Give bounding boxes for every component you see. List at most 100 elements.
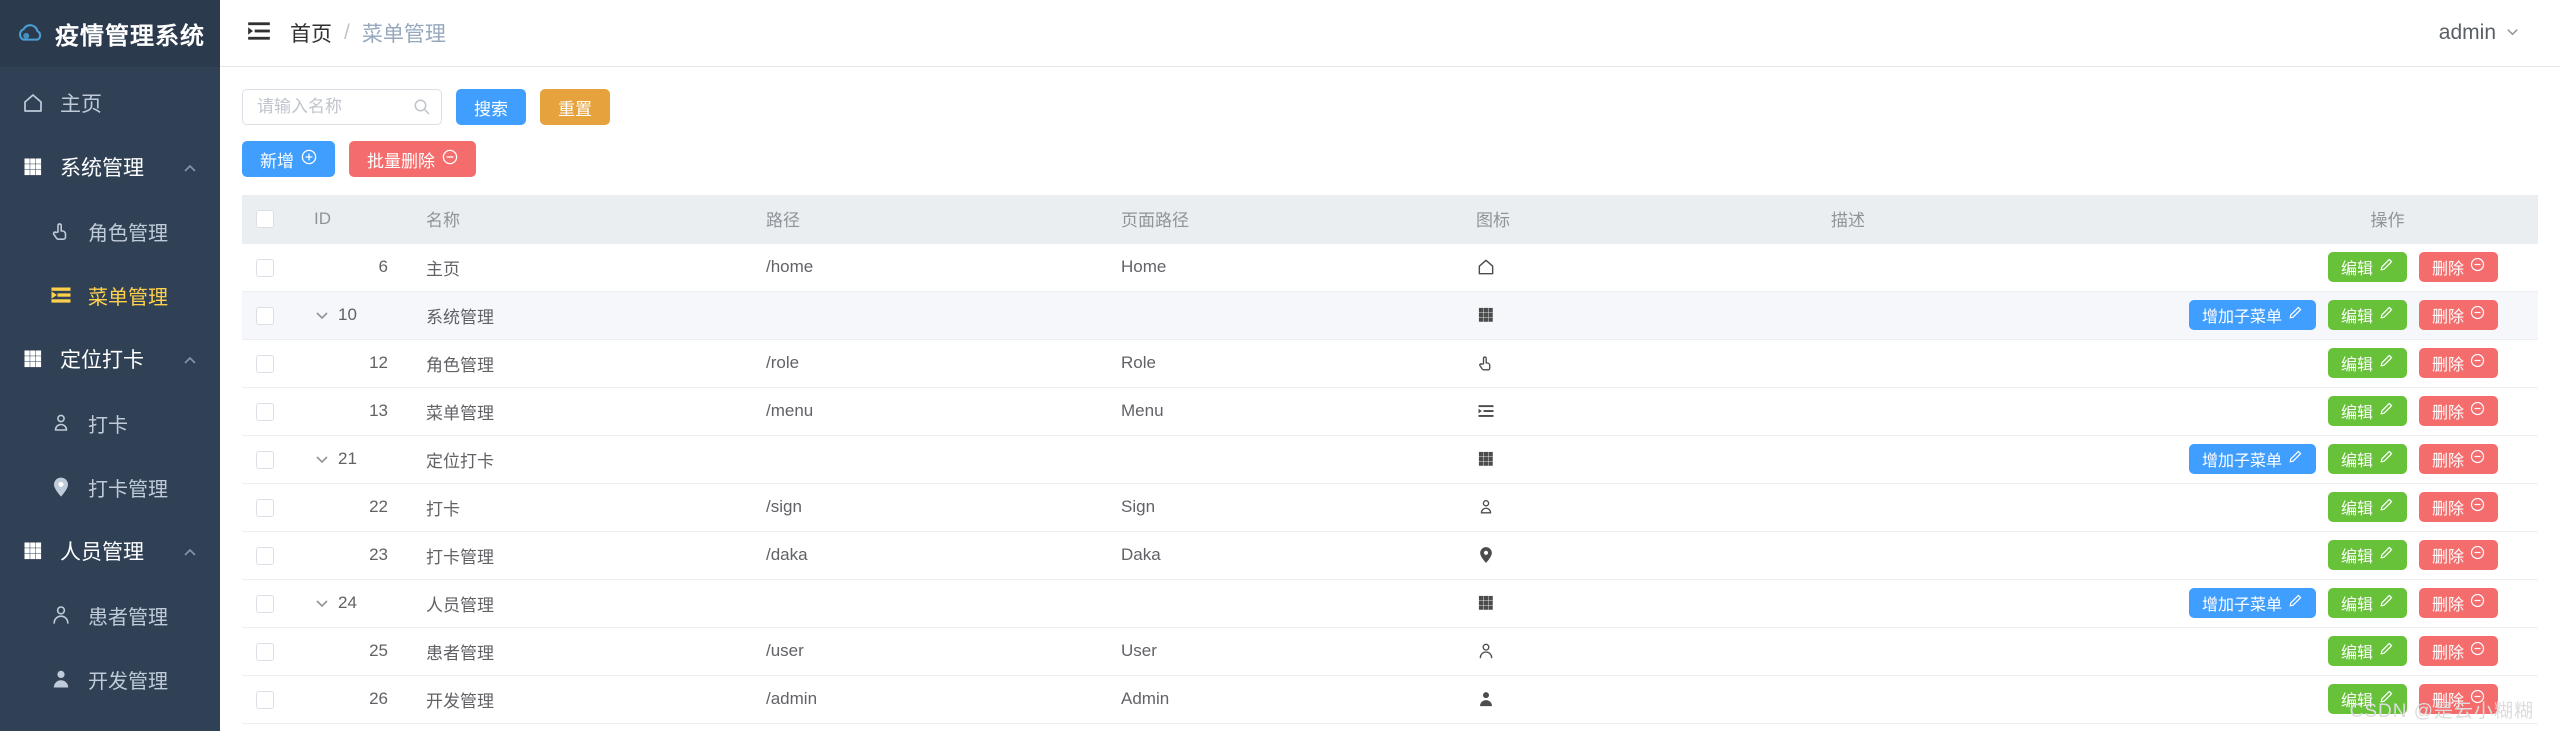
search-input[interactable] [242, 89, 442, 125]
select-all-checkbox[interactable] [256, 210, 274, 229]
add-sub-menu-label: 增加子菜单 [2201, 309, 2282, 326]
edit-button[interactable]: 编辑 [2327, 348, 2407, 378]
menu-fold-icon[interactable] [246, 18, 290, 49]
edit-button[interactable]: 编辑 [2327, 252, 2407, 282]
row-checkbox[interactable] [256, 306, 274, 325]
sidebar-item-2[interactable]: 角色管理 [0, 199, 220, 263]
row-checkbox[interactable] [256, 546, 274, 565]
menu-management-panel: 搜索 重置 新增 批量删除 [220, 67, 2560, 724]
chevron-up-icon[interactable] [182, 543, 198, 559]
location-pin-icon [1476, 545, 1803, 565]
row-checkbox[interactable] [256, 258, 274, 277]
sidebar-logo[interactable]: 疫情管理系统 [0, 0, 220, 67]
edit-button[interactable]: 编辑 [2327, 540, 2407, 570]
chevron-up-icon[interactable] [182, 159, 198, 175]
row-checkbox[interactable] [256, 354, 274, 373]
table-row[interactable]: 10 系统管理 增加子菜单 编辑 删除 [242, 291, 2538, 340]
delete-button[interactable]: 删除 [2418, 540, 2498, 570]
table-row[interactable]: 25 患者管理/user User 编辑 删除 [242, 627, 2538, 676]
sidebar-item-6[interactable]: 打卡管理 [0, 455, 220, 519]
delete-button[interactable]: 删除 [2418, 444, 2498, 474]
sidebar-item-label: 人员管理 [60, 541, 144, 564]
row-checkbox[interactable] [256, 402, 274, 421]
delete-button[interactable]: 删除 [2418, 300, 2498, 330]
edit-button[interactable]: 编辑 [2327, 636, 2407, 666]
add-sub-menu-label: 增加子菜单 [2201, 597, 2282, 614]
minus-circle-icon [2470, 497, 2485, 517]
add-button[interactable]: 新增 [242, 141, 335, 177]
table-row[interactable]: 26 开发管理/admin Admin 编辑 删除 [242, 675, 2538, 724]
delete-button[interactable]: 删除 [2418, 396, 2498, 426]
table-row[interactable]: 21 定位打卡 增加子菜单 编辑 删除 [242, 435, 2538, 484]
sidebar-item-3[interactable]: 菜单管理 [0, 263, 220, 327]
row-checkbox[interactable] [256, 690, 274, 709]
chevron-up-icon[interactable] [182, 351, 198, 367]
edit-button[interactable]: 编辑 [2327, 396, 2407, 426]
cell-operation: 增加子菜单 编辑 删除 [2188, 291, 2538, 340]
user-loc-icon [48, 410, 74, 436]
table-row[interactable]: 23 打卡管理/daka Daka 编辑 删除 [242, 531, 2538, 580]
row-checkbox[interactable] [256, 498, 274, 517]
cell-path [752, 435, 1107, 484]
user-outline-icon [1476, 641, 1803, 661]
breadcrumb-item-home[interactable]: 首页 [290, 18, 332, 48]
sidebar-item-1[interactable]: 系统管理 [0, 135, 220, 199]
row-id-cell: 21 [314, 449, 398, 469]
row-actions: 编辑 删除 [2251, 348, 2524, 378]
edit-button[interactable]: 编辑 [2327, 588, 2407, 618]
edit-button[interactable]: 编辑 [2327, 684, 2407, 714]
row-id: 10 [338, 305, 357, 324]
cell-operation: 增加子菜单 编辑 删除 [2188, 435, 2538, 484]
delete-button[interactable]: 删除 [2418, 252, 2498, 282]
search-button[interactable]: 搜索 [456, 89, 526, 125]
table-row[interactable]: 22 打卡/sign Sign 编辑 删除 [242, 483, 2538, 532]
delete-button[interactable]: 删除 [2418, 684, 2498, 714]
chevron-down-icon[interactable] [314, 595, 330, 611]
user-menu[interactable]: admin [2439, 21, 2534, 45]
search-icon [413, 98, 431, 116]
home-icon [1476, 257, 1803, 277]
batch-delete-button-label: 批量删除 [367, 151, 435, 171]
row-checkbox[interactable] [256, 450, 274, 469]
edit-button[interactable]: 编辑 [2327, 300, 2407, 330]
add-sub-menu-button[interactable]: 增加子菜单 [2188, 300, 2316, 330]
chevron-down-icon[interactable] [314, 451, 330, 467]
cell-path: /menu [752, 387, 1107, 436]
delete-button[interactable]: 删除 [2418, 348, 2498, 378]
sidebar-item-4[interactable]: 定位打卡 [0, 327, 220, 391]
table-row[interactable]: 12 角色管理/role Role 编辑 删除 [242, 339, 2538, 388]
home-icon [20, 90, 46, 116]
breadcrumb-item-current: 菜单管理 [361, 23, 446, 46]
header-id: ID [300, 195, 412, 244]
chevron-down-icon[interactable] [314, 307, 330, 323]
delete-button[interactable]: 删除 [2418, 588, 2498, 618]
edit-button-label: 编辑 [2340, 309, 2373, 326]
table-row[interactable]: 6 主页/home Home 编辑 删除 [242, 243, 2538, 292]
cell-description [1817, 579, 2237, 628]
row-select-cell [242, 387, 300, 436]
batch-delete-button[interactable]: 批量删除 [349, 141, 476, 177]
delete-button[interactable]: 删除 [2418, 492, 2498, 522]
cell-description [1817, 291, 2237, 340]
minus-circle-icon [2470, 353, 2485, 373]
table-row[interactable]: 13 菜单管理/menu Menu 编辑 删除 [242, 387, 2538, 436]
add-sub-menu-button[interactable]: 增加子菜单 [2188, 444, 2316, 474]
menu-table: ID 名称 路径 页面路径 图标 描述 操作 6 主页/home Home 编辑 删除 1… [242, 195, 2538, 724]
sidebar-item-8[interactable]: 患者管理 [0, 583, 220, 647]
cell-id: 25 [300, 627, 412, 676]
sidebar-item-5[interactable]: 打卡 [0, 391, 220, 455]
reset-button[interactable]: 重置 [540, 89, 610, 125]
sidebar-item-7[interactable]: 人员管理 [0, 519, 220, 583]
add-sub-menu-button[interactable]: 增加子菜单 [2188, 588, 2316, 618]
cell-icon [1462, 579, 1817, 628]
cell-path: /daka [752, 531, 1107, 580]
cell-description [1817, 675, 2237, 724]
edit-button[interactable]: 编辑 [2327, 492, 2407, 522]
row-checkbox[interactable] [256, 594, 274, 613]
row-checkbox[interactable] [256, 642, 274, 661]
sidebar-item-0[interactable]: 主页 [0, 71, 220, 135]
sidebar-item-9[interactable]: 开发管理 [0, 647, 220, 711]
table-row[interactable]: 24 人员管理 增加子菜单 编辑 删除 [242, 579, 2538, 628]
edit-button[interactable]: 编辑 [2327, 444, 2407, 474]
delete-button[interactable]: 删除 [2418, 636, 2498, 666]
